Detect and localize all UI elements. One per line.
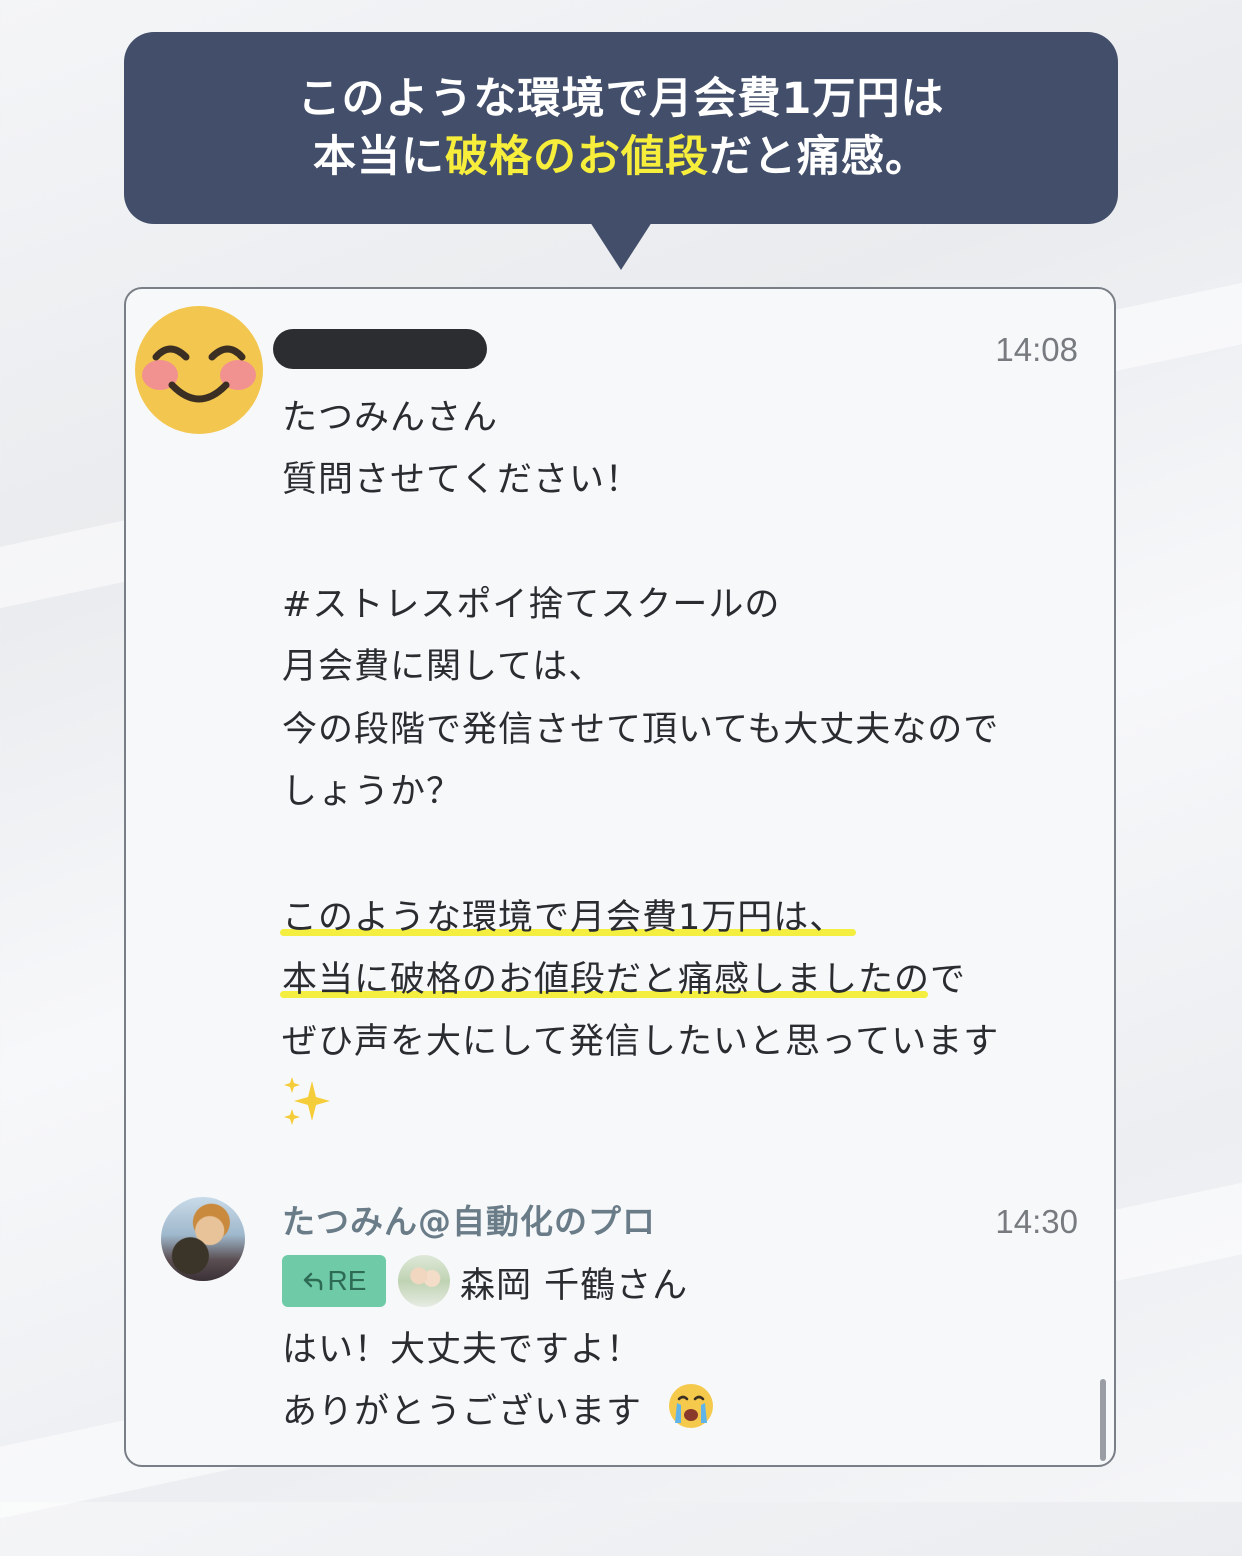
message-line-highlighted: 本当に破格のお値段だと痛感しましたので — [282, 960, 967, 1000]
reply-target-name[interactable]: 森岡 千鶴さん — [460, 1257, 688, 1308]
message-line: はい！大丈夫ですよ！ — [282, 1330, 643, 1370]
sender-name[interactable]: たつみん@自動化のプロ — [282, 1195, 656, 1243]
message-time: 14:08 — [995, 331, 1078, 368]
crying-face-icon — [669, 1384, 713, 1428]
callout-line-2-prefix: 本当に — [313, 132, 445, 182]
chat-screenshot-card: 14:08 たつみんさん 質問させてください！ #ストレスポイ捨てスクールの 月… — [124, 287, 1116, 1467]
message-line: 月会費に関しては、 — [282, 647, 605, 687]
sparkles-icon — [284, 1077, 330, 1125]
redacted-sender-name — [273, 329, 487, 369]
message-line: たつみんさん — [282, 398, 499, 438]
message-line: ぜひ声を大にして発信したいと思っています — [282, 1022, 1000, 1062]
callout-highlight: 破格のお値段 — [445, 132, 709, 182]
message-line-highlighted: このような環境で月会費1万円は、 — [282, 898, 846, 938]
message-line: #ストレスポイ捨てスクールの — [282, 585, 781, 625]
message-line: 質問させてください！ — [282, 460, 641, 500]
callout-pointer — [590, 222, 652, 270]
callout-line-2: 本当に破格のお値段だと痛感。 — [313, 128, 929, 186]
reply-badge-label: RE — [327, 1265, 367, 1296]
message-line: ありがとうございます — [282, 1392, 643, 1432]
callout-banner: このような環境で月会費1万円は 本当に破格のお値段だと痛感。 — [124, 32, 1118, 224]
message-time: 14:30 — [995, 1203, 1078, 1240]
message-line: しょうか？ — [282, 772, 463, 812]
message-line: 今の段階で発信させて頂いても大丈夫なので — [282, 710, 1000, 750]
reply-target-avatar[interactable] — [398, 1255, 450, 1307]
reply-badge[interactable]: RE — [282, 1255, 386, 1307]
reply-arrow-icon — [303, 1272, 322, 1291]
smiling-face-emoji-avatar[interactable] — [134, 305, 264, 435]
callout-line-2-suffix: だと痛感。 — [709, 132, 929, 182]
callout-line-1: このような環境で月会費1万円は — [297, 74, 945, 124]
sender-avatar[interactable] — [161, 1197, 245, 1281]
scrollbar[interactable] — [1100, 1379, 1106, 1461]
